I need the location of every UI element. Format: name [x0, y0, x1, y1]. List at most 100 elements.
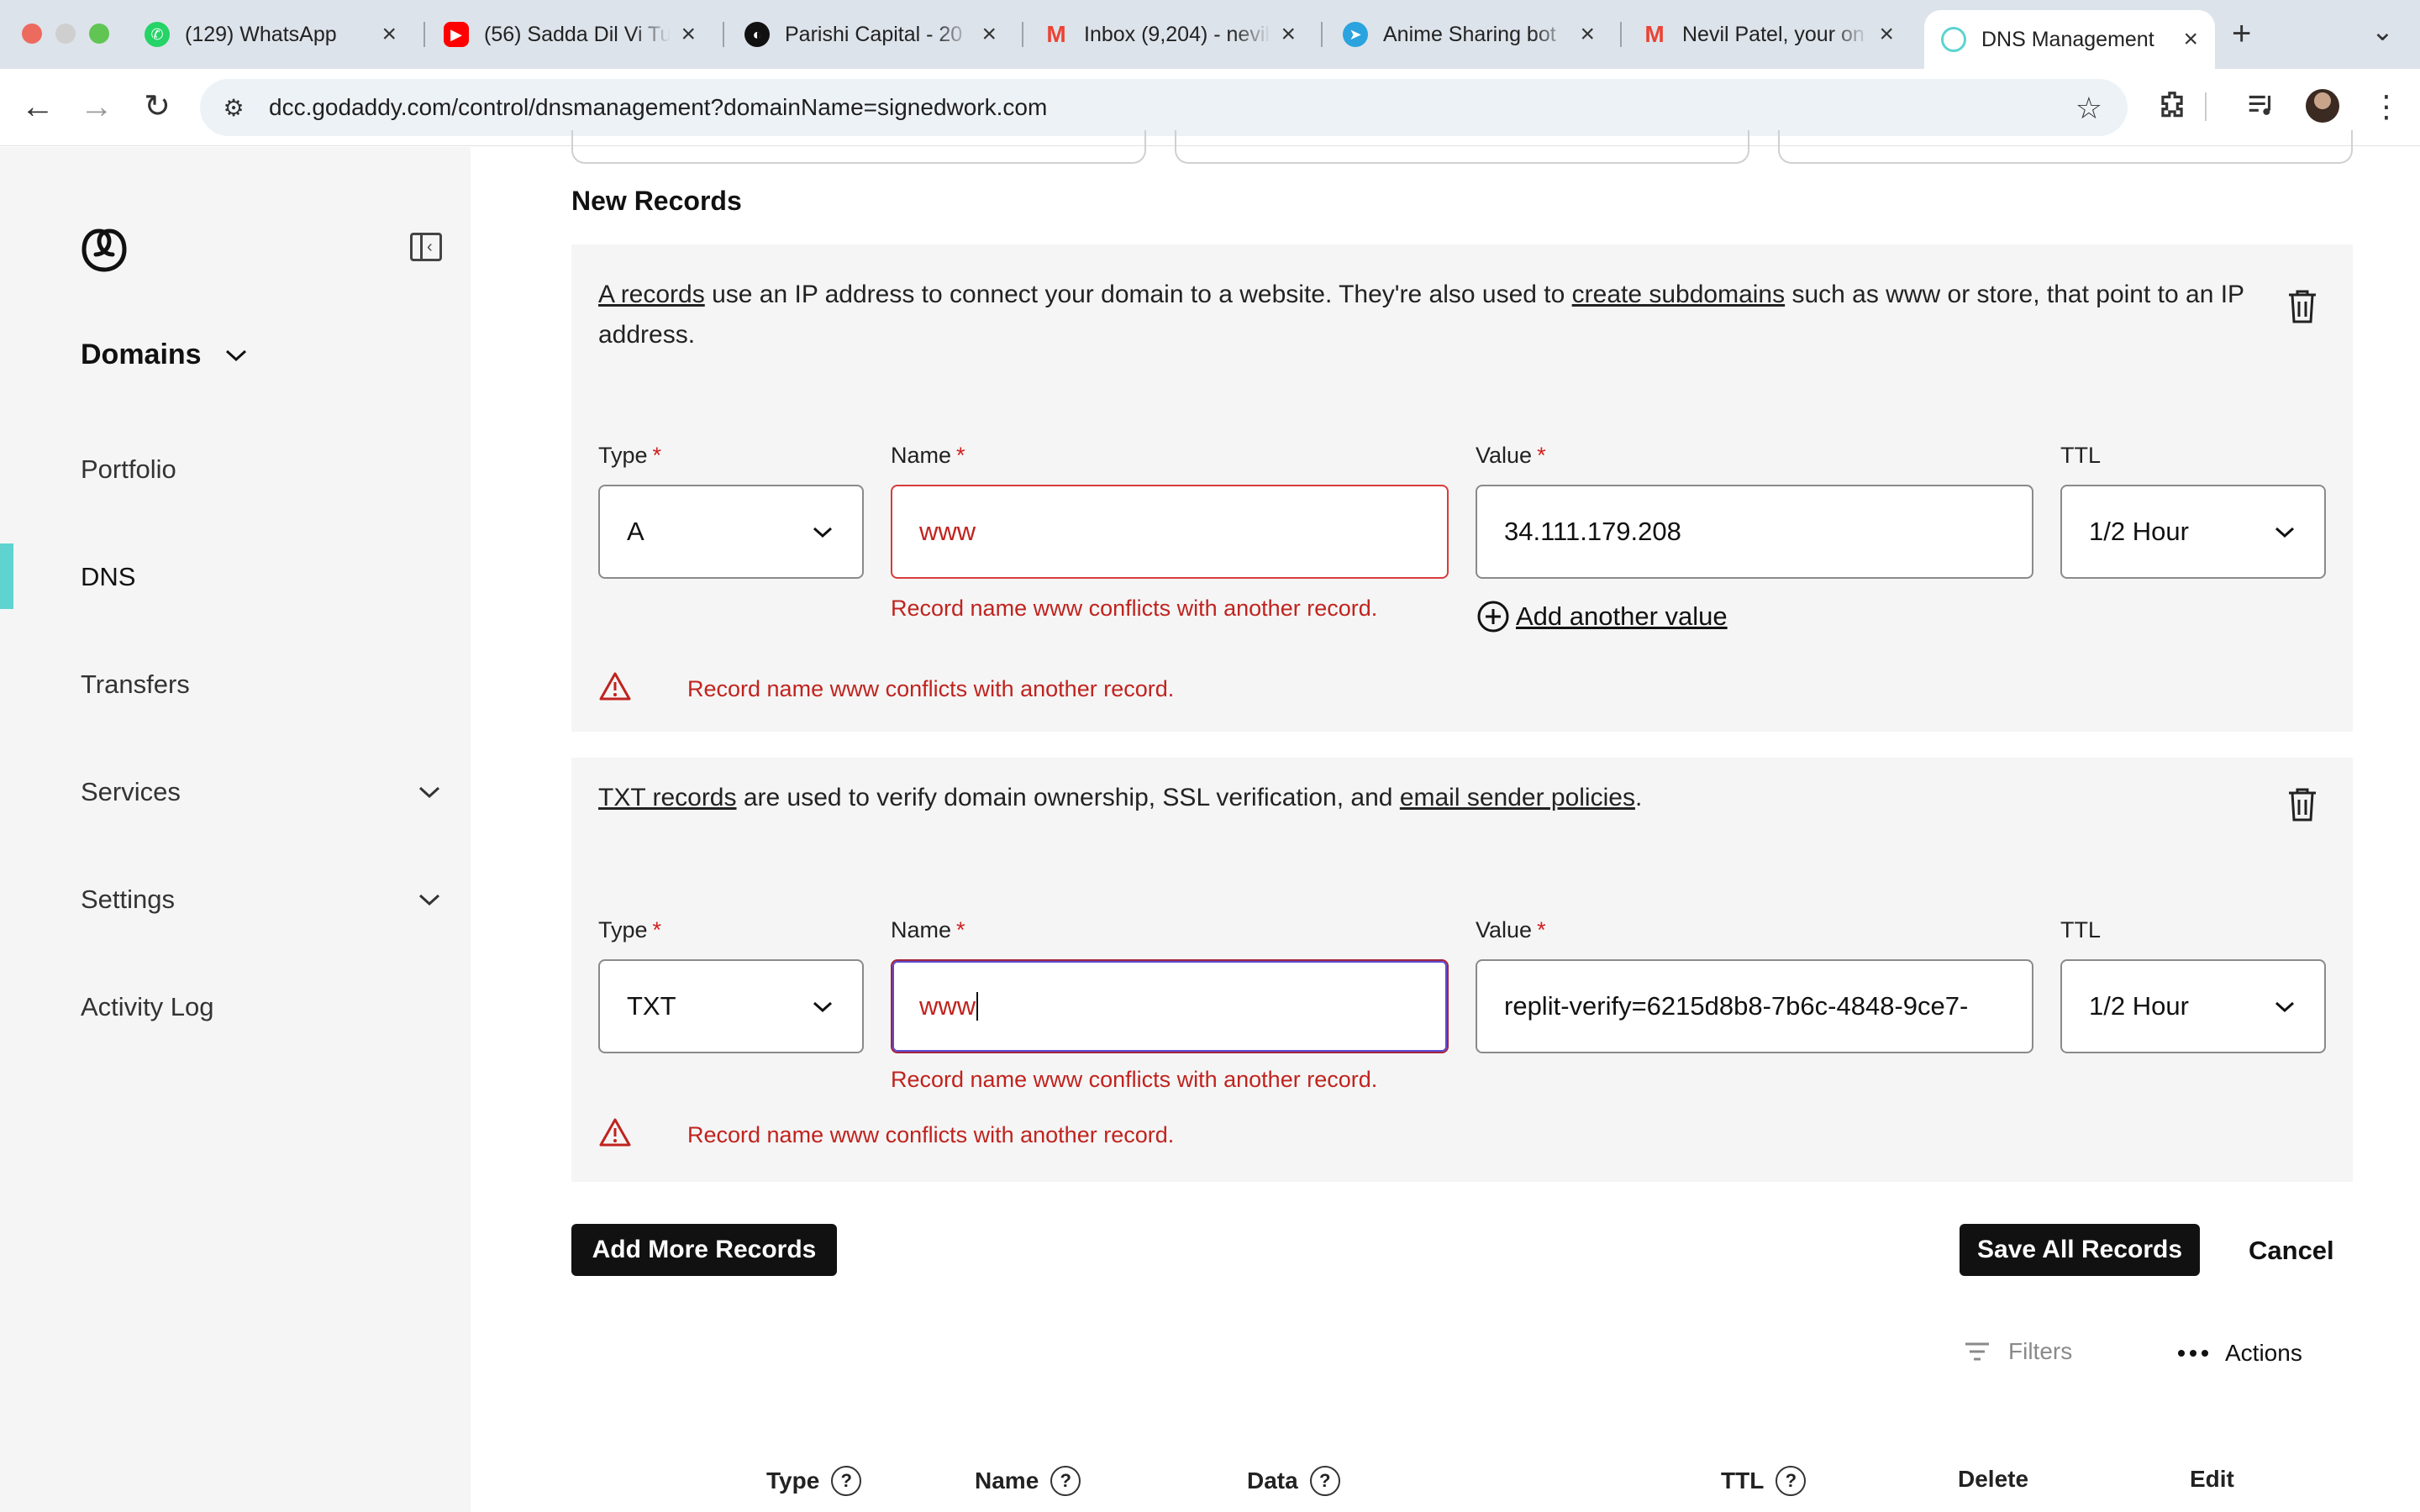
tab-parishi-capital[interactable]: ◐ Parishi Capital - 20 × [728, 10, 1013, 59]
media-control-icon[interactable] [2245, 89, 2277, 129]
filters-button[interactable]: Filters [1963, 1338, 2072, 1365]
browser-tab-strip: ✆ (129) WhatsApp × ▶ (56) Sadda Dil Vi T… [0, 0, 2420, 69]
type-select[interactable]: A [598, 485, 864, 579]
name-input[interactable]: www [891, 485, 1449, 579]
tab-telegram[interactable]: ➤ Anime Sharing bot × [1326, 10, 1612, 59]
type-label: Type * [598, 917, 662, 942]
help-icon[interactable]: ? [831, 1466, 862, 1496]
create-subdomains-link[interactable]: create subdomains [1572, 281, 1785, 308]
save-all-records-button[interactable]: Save All Records [1960, 1224, 2200, 1276]
tab-separator [1022, 22, 1023, 47]
column-header-ttl[interactable]: TTL? [1721, 1466, 1807, 1496]
type-label: Type * [598, 443, 662, 468]
url-text[interactable]: dcc.godaddy.com/control/dnsmanagement?do… [269, 94, 1047, 121]
collapse-sidebar-icon[interactable]: ‹ [410, 233, 442, 261]
window-close-button[interactable] [22, 24, 42, 44]
forward-arrow-icon[interactable]: → [76, 86, 118, 128]
profile-avatar[interactable] [2306, 89, 2339, 123]
tab-gmail-nevil[interactable]: M Nevil Patel, your on × [1625, 10, 1911, 59]
sidebar-item-label: Services [81, 777, 181, 806]
add-another-value-link[interactable]: Add another value [1476, 599, 1728, 634]
tab-separator [424, 22, 425, 47]
godaddy-logo-icon[interactable] [79, 224, 129, 275]
tab-dns-management[interactable]: DNS Management × [1924, 10, 2215, 69]
new-tab-button[interactable]: + [2232, 15, 2251, 53]
a-record-card: A records use an IP address to connect y… [571, 244, 2353, 732]
column-header-delete: Delete [1958, 1466, 2029, 1492]
text-caret [976, 992, 979, 1021]
column-header-name[interactable]: Name? [975, 1466, 1081, 1496]
bookmark-star-icon[interactable]: ☆ [2075, 91, 2102, 126]
tab-close-icon[interactable]: × [2183, 25, 2198, 54]
tab-close-icon[interactable]: × [1281, 20, 1296, 49]
type-select[interactable]: TXT [598, 959, 864, 1053]
browser-menu-icon[interactable]: ⋮ [2371, 89, 2402, 124]
domains-menu[interactable]: Domains [81, 339, 249, 371]
window-maximize-button[interactable] [89, 24, 109, 44]
name-label: Name * [891, 917, 965, 942]
telegram-icon: ➤ [1343, 22, 1368, 47]
ttl-select[interactable]: 1/2 Hour [2060, 959, 2326, 1053]
name-input[interactable]: www [891, 959, 1449, 1053]
value-input[interactable]: replit-verify=6215d8b8-7b6c-4848-9ce7- [1476, 959, 2033, 1053]
sidebar-item-transfers[interactable]: Transfers [81, 669, 442, 700]
chevron-down-icon [418, 894, 440, 906]
tab-close-icon[interactable]: × [381, 20, 397, 49]
tab-search-chevron-icon[interactable]: ⌄ [2371, 15, 2394, 47]
ttl-select[interactable]: 1/2 Hour [2060, 485, 2326, 579]
tab-close-icon[interactable]: × [981, 20, 997, 49]
help-icon[interactable]: ? [1776, 1466, 1807, 1496]
site-info-icon[interactable]: ⚙ [218, 92, 249, 123]
sidebar-item-dns[interactable]: DNS [81, 562, 442, 592]
gmail-icon: M [1644, 21, 1665, 47]
value-label: Value * [1476, 443, 1546, 468]
tab-youtube[interactable]: ▶ (56) Sadda Dil Vi Tu × [427, 10, 713, 59]
back-arrow-icon[interactable]: ← [17, 86, 59, 128]
extensions-puzzle-icon[interactable] [2156, 89, 2188, 129]
column-header-edit: Edit [2190, 1466, 2234, 1492]
tab-close-icon[interactable]: × [1879, 20, 1894, 49]
chevron-down-icon [813, 1001, 833, 1013]
window-minimize-button[interactable] [55, 24, 76, 44]
sidebar-item-services[interactable]: Services [81, 777, 442, 807]
summary-card [571, 130, 1146, 164]
cancel-button[interactable]: Cancel [2249, 1236, 2334, 1266]
name-label: Name * [891, 443, 965, 468]
add-more-records-button[interactable]: Add More Records [571, 1224, 837, 1276]
summary-card [1175, 130, 1749, 164]
column-header-data[interactable]: Data? [1247, 1466, 1340, 1496]
column-header-type[interactable]: Type? [766, 1466, 862, 1496]
sidebar-item-settings[interactable]: Settings [81, 885, 442, 915]
sidebar-item-label: DNS [81, 562, 136, 591]
help-icon[interactable]: ? [1309, 1466, 1340, 1496]
tab-close-icon[interactable]: × [1580, 20, 1595, 49]
tab-whatsapp[interactable]: ✆ (129) WhatsApp × [128, 10, 413, 59]
sidebar-item-label: Activity Log [81, 992, 214, 1021]
value-input[interactable]: 34.111.179.208 [1476, 485, 2033, 579]
tab-gmail-inbox[interactable]: M Inbox (9,204) - nevil × [1027, 10, 1313, 59]
summary-card [1778, 130, 2353, 164]
sidebar-item-portfolio[interactable]: Portfolio [81, 454, 442, 485]
txt-records-link[interactable]: TXT records [598, 784, 737, 811]
tab-separator [723, 22, 724, 47]
trash-icon[interactable] [2286, 288, 2319, 325]
tab-close-icon[interactable]: × [681, 20, 696, 49]
parishi-icon: ◐ [744, 22, 770, 47]
main-content: New Records A records use an IP address … [471, 130, 2420, 1512]
address-bar[interactable]: ⚙ dcc.godaddy.com/control/dnsmanagement?… [200, 79, 2128, 136]
help-icon[interactable]: ? [1050, 1466, 1081, 1496]
sidebar-item-label: Portfolio [81, 454, 176, 484]
banner-error-message: Record name www conflicts with another r… [687, 1122, 1175, 1147]
name-error-message: Record name www conflicts with another r… [891, 596, 1378, 621]
reload-icon[interactable]: ↻ [136, 86, 178, 128]
gmail-icon: M [1046, 21, 1066, 47]
email-sender-policies-link[interactable]: email sender policies [1400, 784, 1635, 811]
trash-icon[interactable] [2286, 786, 2319, 823]
sidebar-item-activity-log[interactable]: Activity Log [81, 992, 442, 1022]
chevron-down-icon [418, 786, 440, 799]
chevron-down-icon [225, 349, 246, 361]
tab-separator [1321, 22, 1323, 47]
a-records-link[interactable]: A records [598, 281, 705, 308]
more-horizontal-icon [2178, 1350, 2208, 1357]
actions-button[interactable]: Actions [2176, 1340, 2302, 1367]
